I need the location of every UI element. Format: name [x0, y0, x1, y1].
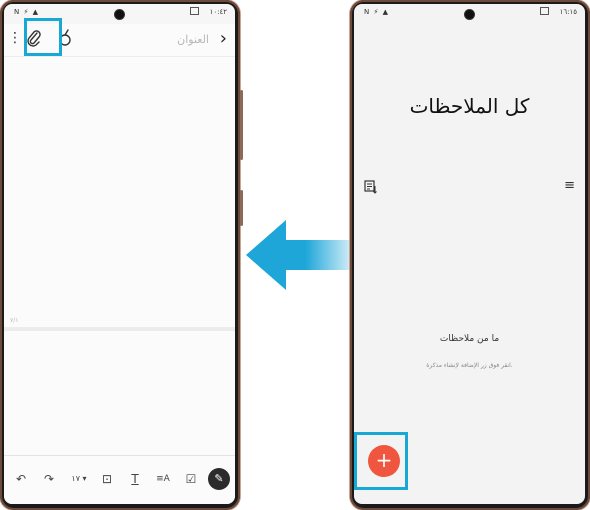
undo-icon[interactable]: ↶ [12, 470, 30, 488]
empty-state-title: ما من ملاحظات [439, 334, 500, 344]
editor-toolbar: ↶ ↷ ١٧ ▾ ⊡ T ≡A ☑ ✎ [4, 455, 235, 504]
more-options-icon[interactable]: ⋮ [8, 30, 22, 46]
signal-icons: N ⚡ ▲ [14, 8, 39, 16]
side-button [240, 190, 243, 226]
status-time: ١٦:١٥ [559, 8, 577, 16]
back-chevron-icon[interactable]: › [220, 28, 227, 49]
page-divider [4, 327, 235, 331]
page-title: كل الملاحظات [409, 94, 530, 118]
font-size-selector[interactable]: ١٧ ▾ [66, 470, 92, 488]
camera-hole [115, 10, 124, 19]
image-icon [190, 7, 199, 15]
note-content-area[interactable] [4, 57, 235, 456]
signal-icons: N ⚡ ▲ [364, 8, 389, 16]
camera-hole [465, 10, 474, 19]
editor-screen: N ⚡ ▲ ١٠:٤٢ › العنوان ⋮ ٧/١ ↶ ↷ ١٧ ▾ ⊡ T [4, 4, 235, 504]
notes-screen: N ⚡ ▲ ١٦:١٥ كل الملاحظات ≡ ما من ملاحظات… [354, 4, 585, 504]
title-input[interactable]: العنوان [177, 33, 209, 46]
pen-icon[interactable]: ✎ [208, 468, 230, 490]
page-marker: ٧/١ [10, 317, 19, 324]
redo-icon[interactable]: ↷ [40, 470, 58, 488]
status-time: ١٠:٤٢ [209, 8, 227, 16]
image-icon [540, 7, 549, 15]
text-style-icon[interactable]: T [126, 470, 144, 488]
empty-state-hint: انقر فوق زر الإضافة لإنشاء مذكرة. [426, 362, 513, 369]
direction-arrow [246, 220, 354, 290]
side-button [240, 90, 243, 160]
add-highlight-box [354, 432, 408, 490]
checklist-icon[interactable]: ☑ [182, 470, 200, 488]
attach-highlight-box [24, 18, 62, 56]
menu-icon[interactable]: ≡ [564, 178, 575, 193]
paragraph-icon[interactable]: ≡A [154, 470, 172, 488]
left-phone-frame: N ⚡ ▲ ١٠:٤٢ › العنوان ⋮ ٧/١ ↶ ↷ ١٧ ▾ ⊡ T [0, 0, 243, 510]
sort-icon[interactable] [364, 180, 378, 194]
text-box-icon[interactable]: ⊡ [98, 470, 116, 488]
